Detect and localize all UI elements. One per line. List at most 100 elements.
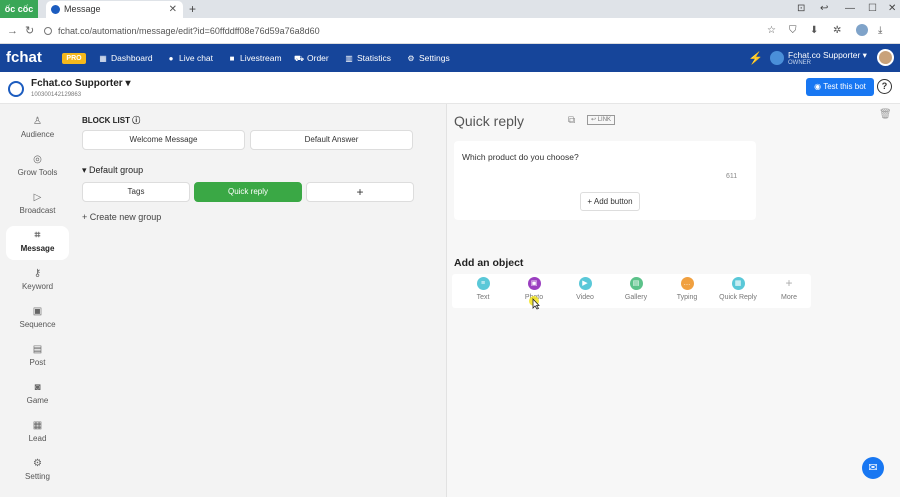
add-gallery-object[interactable]: ▤ Gallery — [611, 277, 661, 309]
sidebar-item-label: Grow Tools — [17, 168, 58, 177]
profile-picture[interactable] — [877, 49, 894, 66]
quick-reply-block[interactable]: Quick reply — [194, 182, 302, 202]
close-window-icon[interactable]: ✕ — [888, 0, 896, 18]
gallery-icon: ▤ — [629, 277, 643, 290]
restore-window-icon[interactable]: ⊡ — [797, 0, 805, 18]
tab-favicon-icon — [51, 5, 60, 14]
sidebar-item-lead[interactable]: ▦ Lead — [6, 416, 69, 450]
sidebar-item-post[interactable]: ▤ Post — [6, 340, 69, 374]
copy-icon[interactable]: ⧉ — [568, 115, 575, 126]
object-label: Typing — [676, 294, 698, 301]
address-bar: → ↻ fchat.co/automation/message/edit?id=… — [0, 18, 900, 44]
back-icon[interactable]: → — [7, 23, 18, 39]
download-save-icon[interactable]: ⬇ — [810, 23, 818, 39]
block-list-help-icon[interactable]: ⓘ — [132, 116, 140, 125]
sidebar-item-label: Setting — [25, 472, 50, 481]
messenger-chat-icon[interactable]: ✉ — [862, 457, 884, 479]
sidebar-item-label: Post — [29, 358, 46, 367]
group-label: Default group — [89, 165, 144, 175]
close-tab-icon[interactable]: ✕ — [169, 1, 177, 18]
nav-order[interactable]: ⛟ Order — [294, 52, 329, 65]
extensions-icon[interactable]: ✲ — [833, 23, 841, 39]
site-info-icon[interactable] — [44, 27, 52, 35]
nav-label: Dashboard — [111, 53, 153, 63]
default-group-toggle[interactable]: ▾ Default group — [82, 165, 143, 176]
sidebar-item-audience[interactable]: ♙ Audience — [6, 112, 69, 146]
maximize-icon[interactable]: ☐ — [868, 0, 877, 18]
add-block-button[interactable]: + — [306, 182, 414, 202]
cart-icon: ⛟ — [294, 54, 305, 63]
bookmark-star-icon[interactable]: ☆ — [767, 23, 776, 39]
sidebar-item-sequence[interactable]: ▣ Sequence — [6, 302, 69, 336]
fchat-logo[interactable]: fchat — [6, 49, 42, 67]
create-new-group-link[interactable]: + Create new group — [82, 212, 161, 222]
add-object-title: Add an object — [454, 257, 524, 269]
caret-down-icon: ▾ — [82, 165, 87, 175]
object-label: Video — [576, 294, 594, 301]
add-button-button[interactable]: + Add button — [580, 192, 640, 211]
add-text-object[interactable]: ≡ Text — [458, 277, 508, 309]
user-name[interactable]: Fchat.co Supporter ▾ — [788, 50, 867, 60]
setting-icon: ⚙ — [33, 458, 42, 469]
post-icon: ▤ — [32, 344, 43, 355]
trash-icon[interactable]: 🗑 — [879, 109, 892, 120]
notification-bolt-icon[interactable]: ⚡ — [748, 52, 763, 64]
page-header: Fchat.co Supporter ▾ 100300142129863 ◉ T… — [0, 72, 900, 104]
nav-live-chat[interactable]: ● Live chat — [166, 52, 213, 65]
user-role: OWNER — [788, 60, 811, 66]
text-message-card: Which product do you choose? 611 + Add b… — [454, 141, 756, 220]
mouse-cursor-icon — [529, 296, 540, 310]
sidebar-item-broadcast[interactable]: ▷ Broadcast — [6, 188, 69, 222]
browser-brand[interactable]: ốc cốc — [0, 0, 38, 18]
download-icon[interactable]: ⤓ — [878, 23, 882, 39]
message-text-input[interactable]: Which product do you choose? — [462, 152, 579, 162]
welcome-message-block[interactable]: Welcome Message — [82, 130, 245, 150]
add-quick-reply-object[interactable]: ▦ Quick Reply — [713, 277, 763, 309]
quick-reply-icon: ▦ — [731, 277, 745, 290]
sidebar-item-label: Broadcast — [19, 206, 56, 215]
add-more-object[interactable]: + More — [764, 277, 814, 309]
new-tab-button[interactable]: + — [189, 0, 196, 18]
video-icon: ▶ — [578, 277, 592, 290]
default-answer-block[interactable]: Default Answer — [250, 130, 413, 150]
test-bot-button[interactable]: ◉ Test this bot — [806, 78, 874, 96]
bot-selector[interactable]: Fchat.co Supporter ▾ — [31, 78, 131, 90]
nav-label: Livestream — [240, 53, 282, 63]
sidebar-item-grow-tools[interactable]: ◎ Grow Tools — [6, 150, 69, 184]
add-typing-object[interactable]: … Typing — [662, 277, 712, 309]
minimize-icon[interactable]: — — [845, 0, 855, 18]
tab-title: Message — [64, 4, 101, 14]
back-arrow-menu-icon[interactable]: ↩ — [820, 0, 828, 18]
browser-tab[interactable]: Message ✕ — [46, 1, 183, 18]
sidebar-item-message[interactable]: ⌗ Message — [6, 226, 69, 260]
add-video-object[interactable]: ▶ Video — [560, 277, 610, 309]
char-count: 611 — [726, 173, 738, 180]
game-icon: ◙ — [34, 382, 41, 393]
nav-settings[interactable]: ⚙ Settings — [406, 52, 449, 65]
sidebar-item-keyword[interactable]: ⚷ Keyword — [6, 264, 69, 298]
sidebar-item-label: Game — [26, 396, 49, 405]
block-list-pane: BLOCK LIST ⓘ Welcome Message Default Ans… — [76, 104, 446, 497]
block-list-label: BLOCK LIST — [82, 116, 130, 125]
messenger-icon: ◉ — [814, 82, 822, 91]
user-avatar[interactable] — [770, 51, 784, 65]
tags-block[interactable]: Tags — [82, 182, 190, 202]
sidebar-item-game[interactable]: ◙ Game — [6, 378, 69, 412]
browser-profile-avatar[interactable] — [856, 24, 868, 36]
reload-icon[interactable]: ↻ — [25, 23, 34, 39]
block-title[interactable]: Quick reply — [454, 113, 524, 129]
object-label: Gallery — [624, 294, 648, 301]
sidebar-item-label: Lead — [28, 434, 47, 443]
help-icon[interactable]: ? — [877, 79, 892, 94]
object-label: Text — [476, 294, 490, 301]
sidebar-item-setting[interactable]: ⚙ Setting — [6, 454, 69, 488]
nav-livestream[interactable]: ■ Livestream — [227, 52, 282, 65]
shield-icon[interactable]: ⛉ — [789, 23, 797, 39]
nav-statistics[interactable]: ▥ Statistics — [344, 52, 391, 65]
chat-icon: ● — [168, 54, 174, 63]
link-badge[interactable]: ↩ LINK — [587, 115, 616, 125]
bot-id: 100300142129863 — [31, 92, 82, 98]
pro-badge: PRO — [62, 53, 86, 64]
nav-dashboard[interactable]: ▦ Dashboard — [98, 52, 153, 65]
url-text[interactable]: fchat.co/automation/message/edit?id=60ff… — [58, 23, 320, 39]
